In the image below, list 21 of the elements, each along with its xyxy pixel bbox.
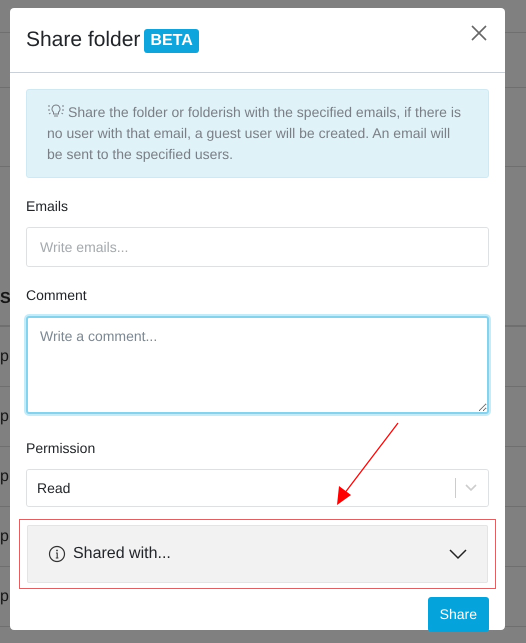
comment-field[interactable]: Write a comment... [26, 316, 489, 414]
background-text: p [0, 346, 10, 366]
email-field[interactable]: Write emails... [26, 227, 489, 267]
background-text: p [0, 466, 10, 486]
info-icon [48, 545, 66, 563]
field-label: Emails [26, 197, 70, 216]
dialog-title: Share folder [26, 27, 140, 53]
chevron-down-icon [464, 483, 478, 493]
close-icon [470, 24, 488, 42]
shared-with-accordion[interactable]: Shared with... [27, 525, 488, 583]
lightbulb-icon [47, 103, 65, 119]
beta-badge: BETA [144, 29, 199, 53]
field-label: Permission [26, 439, 96, 458]
info-alert: Share the folder or folderish with the specified emails, if there is no user with that email, a guest user will be created. An email will be sent to the specified users. [26, 89, 489, 178]
permission-select[interactable]: Read [26, 469, 489, 507]
background-text: p [0, 586, 10, 606]
background-text: p [0, 406, 10, 426]
chevron-down-icon [449, 548, 467, 560]
background-text: p [0, 526, 10, 546]
field-label: Comment [26, 286, 88, 305]
background-text: S [0, 289, 10, 309]
